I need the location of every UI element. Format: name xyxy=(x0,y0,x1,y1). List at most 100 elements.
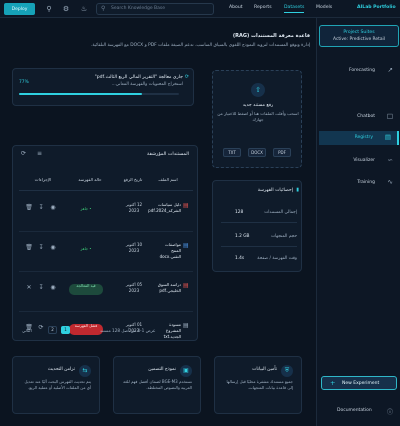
chart-icon: ∽ xyxy=(387,156,393,164)
bell-icon[interactable]: ♨ xyxy=(79,4,89,14)
shield-icon: ⛨ xyxy=(281,365,293,377)
upload-dropzone[interactable]: ⇧ رفع مستند جديد اسحب وأفلت الملفات هنا … xyxy=(212,70,302,168)
search-input[interactable]: ⚲ Search Knowledge Base xyxy=(96,3,214,15)
new-experiment-button[interactable]: + New Experiment xyxy=(321,376,397,390)
filter-icon[interactable]: ≡ xyxy=(37,150,42,157)
page-title: قاعدة معرفة المستندات (RAG) xyxy=(232,33,310,39)
delete-icon[interactable]: 🗑 xyxy=(23,204,35,211)
sidebar-item-chatbot[interactable]: Chatbot □ xyxy=(319,110,399,124)
stat-divider xyxy=(221,222,297,223)
stat-label: وقت الفهرسة / صفحة xyxy=(257,256,297,261)
search-icon: ⚲ xyxy=(101,5,106,12)
project-active-label: Active: Predictive Retail xyxy=(333,37,385,42)
upload-title: رفع مستند جديد xyxy=(242,103,274,108)
pdf-file-icon: ▤ xyxy=(183,282,189,289)
feature-title: نموذج التضمين xyxy=(148,367,176,372)
top-bar: Deploy ⚲ ⚙ ♨ ⚲ Search Knowledge Base Abo… xyxy=(0,0,400,18)
column-header-actions: الإجراءات xyxy=(34,177,52,182)
file-name: دراسة السوق الخليجي.pdf xyxy=(157,282,181,293)
sidebar-item-label: Chatbot xyxy=(357,114,375,119)
sidebar-item-forecasting[interactable]: Forecasting ↗ xyxy=(319,64,399,78)
view-icon[interactable]: ◉ xyxy=(47,204,59,211)
view-icon[interactable]: ◉ xyxy=(47,284,59,291)
documentation-label: Documentation xyxy=(337,408,372,413)
sidebar-item-registry[interactable]: Registry ▤ xyxy=(319,131,399,145)
download-icon[interactable]: ↧ xyxy=(35,204,47,211)
row-actions: 🗑 ↧ ◉ xyxy=(23,204,63,211)
nav-reports[interactable]: Reports xyxy=(254,5,272,10)
page-button-1[interactable]: 1 xyxy=(61,326,70,334)
nav-about[interactable]: About xyxy=(229,5,243,10)
view-icon[interactable]: ◉ xyxy=(47,244,59,251)
retry-icon[interactable]: ⟳ xyxy=(35,324,47,331)
documents-table-card: ⟳ ≡ المستندات المؤرشفة اسم الملف تاريخ ا… xyxy=(12,145,198,341)
nav-models[interactable]: Models xyxy=(316,5,332,10)
sidebar-item-label: Visualizer xyxy=(353,158,375,163)
project-suites-card[interactable]: Project Suites Active: Predictive Retail xyxy=(319,25,399,47)
cancel-icon[interactable]: ✕ xyxy=(23,284,35,291)
status-badge: • جاهز xyxy=(80,206,92,211)
cube-icon: ▣ xyxy=(180,365,192,377)
delete-icon[interactable]: 🗑 xyxy=(23,244,35,251)
column-header-status: حالة الفهرسة xyxy=(78,177,102,182)
chat-icon: □ xyxy=(386,112,393,120)
txt-file-icon: ▤ xyxy=(183,322,189,329)
upload-date: 05 أكتوبر 2023 xyxy=(125,282,143,293)
table-row: ▤ دراسة السوق الخليجي.pdf 05 أكتوبر 2023… xyxy=(19,272,193,312)
row-actions: ✕ ↧ ◉ xyxy=(23,284,63,291)
pagination-info: عرض 1-4 من أصل 128 مستند xyxy=(100,328,156,333)
pagination: التالي 2 1 عرض 1-4 من أصل 128 مستند xyxy=(12,145,198,334)
page-subtitle: إدارة وتوقع المستندات لتزويد النموذج الل… xyxy=(90,43,310,48)
feature-desc: نستخدم BGE-M3 لضمان أفضل فهم للغة العربي… xyxy=(123,379,192,390)
file-name: مسودة المشروع الجديد.txt xyxy=(163,322,181,339)
upload-subtitle: اسحب وأفلت الملفات هنا أو اضغط للاختيار … xyxy=(217,111,299,122)
stats-title: إحصائيات الفهرسة xyxy=(257,188,293,193)
sidebar-item-training[interactable]: Training ∿ xyxy=(319,176,399,190)
feature-card-embedding: ▣ نموذج التضمين نستخدم BGE-M3 لضمان أفضل… xyxy=(113,356,201,414)
nav-datasets[interactable]: Datasets xyxy=(284,5,305,13)
new-experiment-label: New Experiment xyxy=(342,381,380,386)
indexing-stats-card: ▮ إحصائيات الفهرسة إجمالي المستندات 128 … xyxy=(212,180,302,272)
sidebar-item-label: Training xyxy=(357,180,375,185)
sidebar-item-label: Registry xyxy=(354,135,373,140)
feature-card-security: ⛨ تأمين البيانات جميع مستندك مشفرة محليً… xyxy=(214,356,302,414)
sidebar-item-visualizer[interactable]: Visualizer ∽ xyxy=(319,154,399,168)
status-badge: فشل الفهرسة xyxy=(69,323,103,335)
status-badge: قيد المعالجة xyxy=(69,283,103,295)
pulse-icon: ∿ xyxy=(387,178,393,186)
processing-title: جاري معالجة "التقرير المالي الربع الثالث… xyxy=(94,75,183,80)
table-row: ▤ مواصفات المنتج التقني.docx 10 أكتوبر 2… xyxy=(19,232,193,272)
download-icon[interactable]: ↧ xyxy=(35,284,47,291)
upload-date: 10 أكتوبر 2023 xyxy=(125,242,143,253)
sidebar: Project Suites Active: Predictive Retail… xyxy=(316,18,400,426)
help-icon: ⓘ xyxy=(387,409,394,416)
stat-divider xyxy=(221,246,297,247)
progress-fill xyxy=(19,93,143,95)
pagination-next[interactable]: التالي xyxy=(22,328,32,333)
progress-bar xyxy=(19,93,179,95)
processing-subtitle: استخراج المحتويات والفهرسة المعاني... xyxy=(111,82,183,87)
sidebar-item-label: Forecasting xyxy=(348,68,375,73)
upload-file-icon: ⇧ xyxy=(251,83,265,97)
table-row: ▤ دليل سياسات الشركة_2024.pdf 12 أكتوبر … xyxy=(19,192,193,232)
gear-icon[interactable]: ⚙ xyxy=(61,4,71,14)
download-icon[interactable]: ↧ xyxy=(35,244,47,251)
feature-card-sync: ⇆ تزامن التحديث يتم تحديث الفهرس البحث آ… xyxy=(12,356,100,414)
page-button-2[interactable]: 2 xyxy=(48,326,57,334)
stat-label: حجم المتجهات xyxy=(270,234,297,239)
stat-value: 1.2 GB xyxy=(235,234,250,239)
upload-date: 12 أكتوبر 2023 xyxy=(125,202,143,213)
feature-desc: يتم تحديث الفهرس البحث آليًا عند تعديل أ… xyxy=(24,379,91,390)
documentation-link[interactable]: Documentation ⓘ xyxy=(337,408,393,416)
stat-value: 1.4s xyxy=(235,256,245,261)
stats-icon: ▮ xyxy=(296,187,299,193)
deploy-button[interactable]: Deploy xyxy=(4,3,35,15)
file-name: مواصفات المنتج التقني.docx xyxy=(159,242,181,259)
project-suites-title: Project Suites xyxy=(343,30,375,35)
processing-percent: 77% xyxy=(19,80,29,85)
search-toggle-icon[interactable]: ⚲ xyxy=(44,4,54,14)
database-icon: ▤ xyxy=(384,133,391,141)
feature-desc: جميع مستندك مشفرة محليًا قبل إرسالها إلى… xyxy=(226,379,293,390)
refresh-icon[interactable]: ⟳ xyxy=(21,150,26,157)
processing-card: ⟳ جاري معالجة "التقرير المالي الربع الثا… xyxy=(12,68,194,106)
